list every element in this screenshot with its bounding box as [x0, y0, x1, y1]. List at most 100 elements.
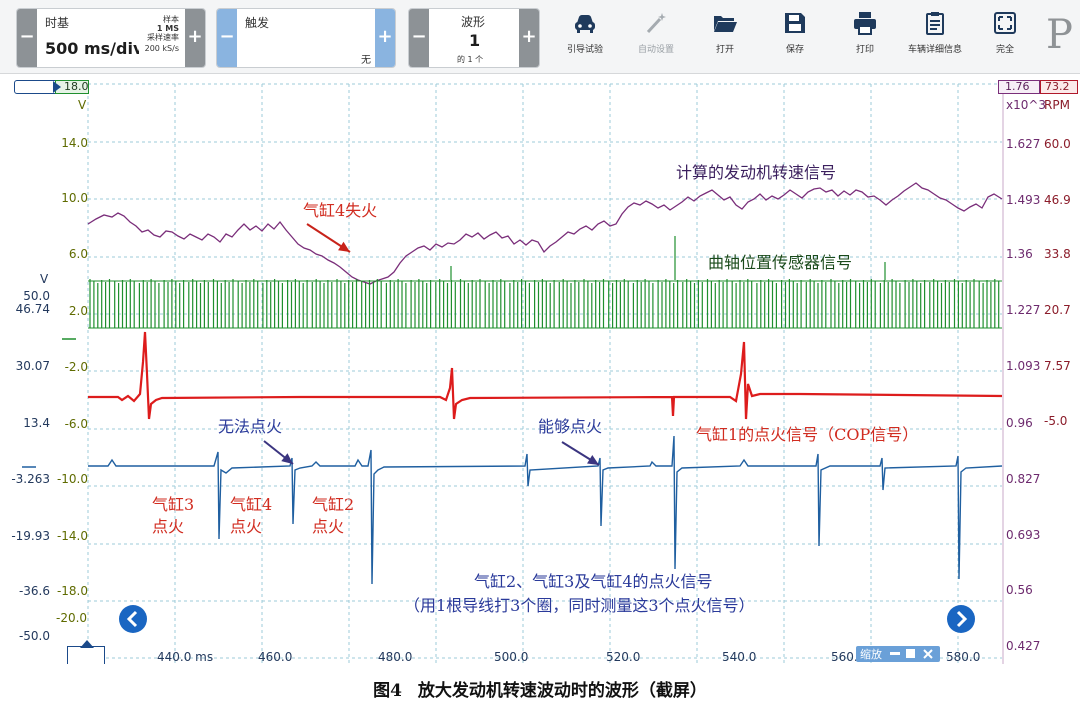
purple-axis-tick-label: 0.693	[1006, 528, 1041, 542]
sample-rate-label: 采样速率	[147, 33, 179, 42]
timebase-decrease-button[interactable]: −	[17, 9, 37, 67]
time-axis-tick-label: 480.0	[378, 650, 413, 664]
trigger-decrease-button[interactable]: −	[217, 9, 237, 67]
purple-axis-tick-label: 0.96	[1006, 416, 1033, 430]
blue-axis-tick-label: 50.0	[23, 289, 50, 303]
time-axis-tick-label: 500.0	[494, 650, 529, 664]
right-axis-unit-multiplier: x10^3	[1006, 98, 1047, 112]
maroon-scale-marker[interactable]: 73.2	[1040, 80, 1078, 94]
chevron-left-icon	[126, 610, 138, 628]
blue-axis-tick-label: 30.07	[15, 359, 50, 373]
annotation-cyl2-fire-line1: 气缸2	[312, 495, 355, 514]
scroll-left-button[interactable]	[119, 605, 147, 633]
right-channel-marker[interactable]: 1.76 73.2	[998, 80, 1080, 94]
trigger-control: − 触发 无 +	[216, 8, 396, 68]
maroon-axis-tick-label: 7.57	[1044, 359, 1071, 373]
vehicle-details-label: 车辆详细信息	[907, 45, 962, 55]
purple-scale-marker[interactable]: 1.76	[998, 80, 1040, 94]
purple-axis-tick-label: 1.093	[1006, 359, 1041, 373]
zoom-close-icon[interactable]	[922, 648, 934, 660]
time-axis-tick-label: 460.0	[258, 650, 293, 664]
purple-scale-marker-value: 1.76	[1005, 80, 1030, 93]
annotation-cyl3-fire-line2: 点火	[152, 517, 185, 536]
rpm-signal-trace	[87, 182, 1003, 285]
marker-triangle-icon	[53, 81, 61, 93]
annotation-crank-signal: 曲轴位置传感器信号	[708, 253, 853, 272]
trigger-title: 触发	[245, 16, 270, 30]
maroon-scale-marker-value: 73.2	[1045, 80, 1070, 93]
open-button[interactable]: 打开	[695, 10, 755, 66]
annotation-arrows	[22, 223, 600, 468]
annotation-group-signal: 气缸2、气缸3及气缸4的点火信号	[474, 572, 713, 591]
print-button[interactable]: 打印	[835, 10, 895, 66]
annotation-misfire: 气缸4失火	[303, 201, 378, 220]
waveform-count: 的 1 个	[457, 55, 484, 64]
vehicle-details-button[interactable]: 车辆详细信息	[905, 10, 965, 66]
save-button[interactable]: 保存	[765, 10, 825, 66]
guided-test-button[interactable]: 引导试验	[555, 10, 615, 66]
timebase-increase-button[interactable]: +	[185, 9, 205, 67]
time-axis-tick-label: 580.0	[946, 650, 981, 664]
auto-setup-label: 自动设置	[637, 45, 674, 55]
waveform-previous-button[interactable]: −	[409, 9, 429, 67]
blue-axis-tick-label: 46.74	[15, 302, 50, 316]
annotation-rpm-signal: 计算的发动机转速信号	[676, 163, 837, 182]
can-fire-arrow-head	[587, 454, 599, 465]
blue-axis-tick-label: 13.4	[23, 416, 50, 430]
auto-setup-button[interactable]: 自动设置	[626, 10, 686, 66]
figure-number: 图4	[373, 681, 402, 701]
time-axis-tick-label: 540.0	[722, 650, 757, 664]
green-axis-tick-label: 6.0	[68, 247, 88, 261]
annotation-cyl4-fire-line1: 气缸4	[230, 495, 273, 514]
fullscreen-label: 完全	[995, 45, 1014, 55]
annotation-can-fire: 能够点火	[538, 417, 603, 436]
annotation-cyl4-fire-line2: 点火	[230, 517, 263, 536]
waveform-title: 波形	[461, 15, 486, 29]
time-axis-tick-label: 440.0 ms	[157, 650, 214, 664]
sample-rate-value: 200 kS/s	[144, 44, 179, 53]
zoom-overview[interactable]: 缩放	[856, 646, 940, 662]
save-label: 保存	[785, 45, 804, 55]
waveform-control: − 波形 1 的 1 个 +	[408, 8, 540, 68]
magic-wand-icon	[646, 13, 666, 34]
timebase-value[interactable]: 500 ms/div	[45, 39, 139, 58]
zoom-label: 缩放	[860, 648, 882, 661]
purple-axis-tick-label: 1.493	[1006, 193, 1041, 207]
blue-axis-tick-label: -19.93	[11, 529, 50, 543]
annotation-cyl2-fire-line2: 点火	[312, 517, 345, 536]
crank-signal-trace	[89, 279, 1000, 328]
plot-traces	[87, 182, 1003, 585]
guided-test-label: 引导试验	[566, 45, 603, 55]
zoom-minimize-icon[interactable]	[890, 652, 900, 655]
fullscreen-icon	[994, 12, 1016, 34]
right-axis-unit-rpm: RPM	[1044, 98, 1070, 112]
blue-axis-tick-label: -3.263	[11, 472, 50, 486]
green-axis-tick-label: 10.0	[61, 191, 88, 205]
timebase-title: 时基	[45, 16, 70, 30]
left-channel-marker[interactable]: 18.0	[14, 80, 89, 94]
purple-axis-tick-label: 0.56	[1006, 583, 1033, 597]
waveform-next-button[interactable]: +	[519, 9, 539, 67]
cyl1-ignition-trace	[88, 331, 1003, 420]
trigger-increase-button[interactable]: +	[375, 9, 395, 67]
purple-axis-tick-label: 1.227	[1006, 303, 1041, 317]
purple-axis-tick-label: 0.427	[1006, 639, 1041, 653]
zoom-restore-icon[interactable]	[906, 649, 915, 658]
purple-axis-tick-label: 1.627	[1006, 137, 1041, 151]
blue-axis-unit: V	[40, 272, 49, 286]
timebase-control: − 时基 500 ms/div 样本 1 MS 采样速率 200 kS/s +	[16, 8, 206, 68]
green-axis-unit: V	[78, 98, 87, 112]
fullscreen-button[interactable]: 完全	[975, 10, 1035, 66]
waveform-index[interactable]: 1	[469, 31, 480, 50]
samples-value: 1 MS	[156, 24, 179, 33]
maroon-axis-tick-label: 46.9	[1044, 193, 1071, 207]
trigger-value[interactable]: 无	[361, 51, 371, 66]
cyl234-ignition-trace	[88, 435, 1003, 585]
save-icon	[785, 13, 805, 33]
green-scale-marker-value: 18.0	[64, 80, 89, 93]
maroon-axis-tick-label: 20.7	[1044, 303, 1071, 317]
ruler-handle[interactable]	[67, 640, 105, 664]
maroon-axis-tick-label: -5.0	[1044, 414, 1068, 428]
scroll-right-button[interactable]	[947, 605, 975, 633]
annotation-group-note: （用1根导线打3个圈，同时测量这3个点火信号）	[404, 596, 755, 615]
